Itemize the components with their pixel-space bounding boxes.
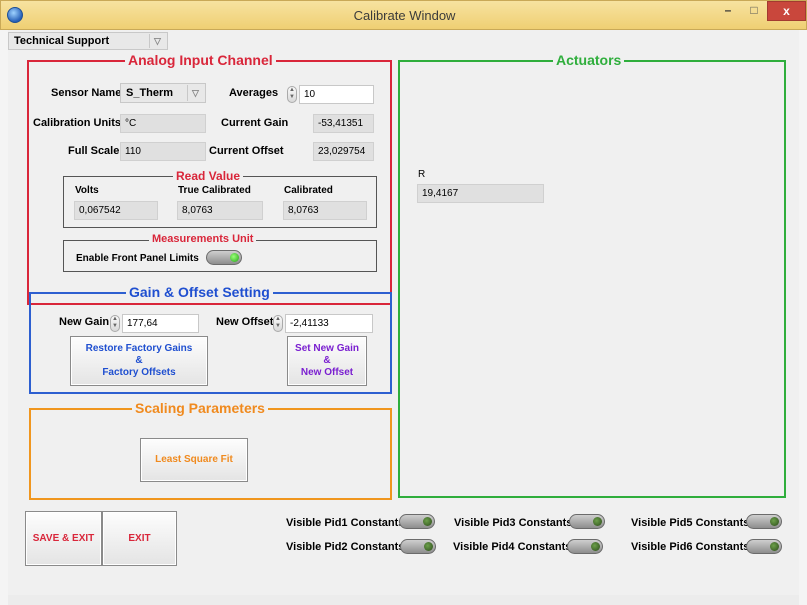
- restore-factory-line1: Restore Factory Gains: [85, 343, 193, 354]
- content-area: Technical Support ▽ Analog Input Channel…: [8, 30, 799, 605]
- true-calibrated-label: True Calibrated: [178, 185, 251, 196]
- close-button[interactable]: x: [767, 1, 806, 21]
- pid4-toggle[interactable]: [567, 539, 603, 554]
- pid3-toggle[interactable]: [569, 514, 605, 529]
- true-calibrated-field: 8,0763: [177, 201, 263, 220]
- toggle-led-icon: [593, 517, 602, 526]
- status-bar: [8, 595, 799, 605]
- chevron-down-icon: ▽: [149, 34, 165, 48]
- maximize-button[interactable]: □: [741, 1, 767, 21]
- set-new-gain-button[interactable]: Set New Gain & New Offset: [287, 336, 367, 386]
- mode-dropdown[interactable]: Technical Support ▽: [8, 32, 168, 50]
- current-offset-label: Current Offset: [209, 145, 284, 157]
- averages-label: Averages: [229, 87, 279, 99]
- scaling-parameters-title: Scaling Parameters: [132, 400, 268, 416]
- pid3-label: Visible Pid3 Constants: [454, 517, 573, 529]
- save-exit-button[interactable]: SAVE & EXIT: [25, 511, 102, 566]
- gain-offset-group: Gain & Offset Setting New Gain ▲ ▼ 177,64…: [29, 284, 392, 394]
- pid6-toggle[interactable]: [746, 539, 782, 554]
- minimize-button[interactable]: –: [715, 1, 741, 21]
- toggle-led-icon: [591, 542, 600, 551]
- actuators-group: Actuators R 19,4167: [398, 52, 786, 498]
- pid2-label: Visible Pid2 Constants: [286, 541, 405, 553]
- new-offset-spinner[interactable]: ▲ ▼: [273, 315, 283, 332]
- analog-input-group: Analog Input Channel Sensor Name S_Therm…: [27, 52, 392, 305]
- scaling-parameters-group: Scaling Parameters Least Square Fit: [29, 400, 392, 500]
- restore-factory-button[interactable]: Restore Factory Gains & Factory Offsets: [70, 336, 208, 386]
- current-gain-label: Current Gain: [221, 117, 289, 129]
- new-gain-spinner[interactable]: ▲ ▼: [110, 315, 120, 332]
- averages-spinner[interactable]: ▲ ▼: [287, 86, 297, 103]
- chevron-down-icon: ▽: [187, 85, 203, 101]
- toggle-led-icon: [423, 517, 432, 526]
- pid5-label: Visible Pid5 Constants: [631, 517, 750, 529]
- pid5-toggle[interactable]: [746, 514, 782, 529]
- full-scale-field: 110: [120, 142, 206, 161]
- gain-offset-title: Gain & Offset Setting: [126, 284, 273, 300]
- front-panel-limits-label: Enable Front Panel Limits: [76, 253, 199, 264]
- measurements-unit-group: Measurements Unit Enable Front Panel Lim…: [63, 233, 377, 272]
- pid6-label: Visible Pid6 Constants: [631, 541, 750, 553]
- read-value-group: Read Value Volts 0,067542 True Calibrate…: [63, 169, 377, 228]
- actuators-title: Actuators: [553, 52, 625, 68]
- averages-input[interactable]: 10: [299, 85, 374, 104]
- calibration-units-field: °C: [120, 114, 206, 133]
- exit-button[interactable]: EXIT: [102, 511, 177, 566]
- title-bar[interactable]: Calibrate Window – □ x: [0, 0, 807, 30]
- volts-field: 0,067542: [74, 201, 158, 220]
- analog-input-title: Analog Input Channel: [125, 52, 276, 68]
- full-scale-label: Full Scale: [68, 145, 120, 157]
- sensor-name-value: S_Therm: [126, 87, 174, 99]
- set-new-gain-line3: New Offset: [300, 367, 354, 378]
- set-new-gain-line1: Set New Gain: [295, 343, 359, 354]
- actuator-r-label: R: [418, 169, 426, 180]
- restore-factory-line2: &: [135, 355, 143, 366]
- toggle-led-icon: [424, 542, 433, 551]
- pid1-label: Visible Pid1 Constants: [286, 517, 405, 529]
- pid1-toggle[interactable]: [399, 514, 435, 529]
- sensor-name-dropdown[interactable]: S_Therm ▽: [120, 83, 206, 103]
- toggle-led-icon: [230, 253, 239, 262]
- toggle-led-icon: [770, 542, 779, 551]
- new-offset-input[interactable]: -2,41133: [285, 314, 373, 333]
- front-panel-limits-toggle[interactable]: [206, 250, 242, 265]
- calibration-units-label: Calibration Units: [33, 117, 122, 129]
- new-offset-label: New Offset: [216, 316, 274, 328]
- restore-factory-line3: Factory Offsets: [102, 367, 176, 378]
- volts-label: Volts: [75, 185, 99, 196]
- mode-dropdown-value: Technical Support: [14, 35, 110, 47]
- current-gain-field: -53,41351: [313, 114, 374, 133]
- sensor-name-label: Sensor Name: [51, 87, 122, 99]
- actuator-r-field: 19,4167: [417, 184, 544, 203]
- read-value-title: Read Value: [173, 169, 244, 183]
- new-gain-input[interactable]: 177,64: [122, 314, 199, 333]
- current-offset-field: 23,029754: [313, 142, 374, 161]
- measurements-unit-title: Measurements Unit: [149, 233, 257, 245]
- pid2-toggle[interactable]: [400, 539, 436, 554]
- toggle-led-icon: [770, 517, 779, 526]
- new-gain-label: New Gain: [59, 316, 110, 328]
- calibrated-label: Calibrated: [284, 185, 333, 196]
- pid4-label: Visible Pid4 Constants: [453, 541, 572, 553]
- window-title: Calibrate Window: [353, 8, 456, 23]
- least-square-fit-button[interactable]: Least Square Fit: [140, 438, 248, 482]
- calibrated-field: 8,0763: [283, 201, 367, 220]
- set-new-gain-line2: &: [323, 355, 331, 366]
